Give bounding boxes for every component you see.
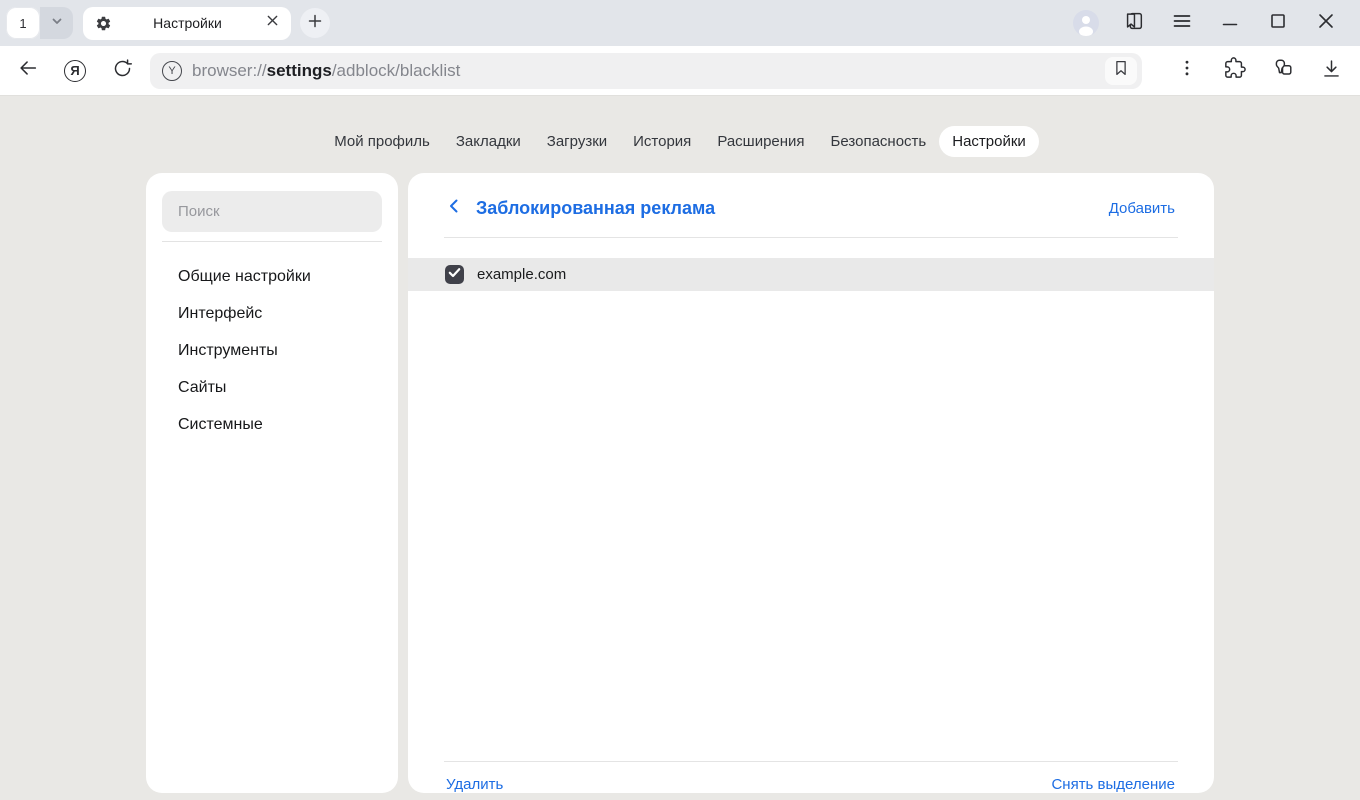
downloads-button[interactable] [1315, 56, 1347, 86]
sidebar-item-system[interactable]: Системные [146, 406, 398, 443]
page-title: Заблокированная реклама [476, 198, 715, 219]
nav-tab-bookmarks[interactable]: Закладки [443, 126, 534, 157]
collections-button[interactable] [1267, 56, 1299, 86]
kebab-menu-icon [1177, 58, 1197, 83]
settings-search-input[interactable] [162, 191, 382, 232]
browser-toolbar: Я Y browser://settings/adblock/blacklist [0, 46, 1360, 96]
panel-back-button[interactable] [446, 198, 462, 219]
settings-page: Мой профиль Закладки Загрузки История Ра… [0, 96, 1360, 800]
nav-tab-extensions[interactable]: Расширения [704, 126, 817, 157]
back-arrow-icon [17, 57, 39, 84]
url-host: settings [267, 61, 332, 80]
bookmark-icon [1112, 59, 1130, 82]
profile-avatar-button[interactable] [1072, 9, 1100, 37]
settings-panels: Общие настройки Интерфейс Инструменты Са… [0, 173, 1360, 793]
tab-list-chevron[interactable] [40, 7, 73, 39]
tab-counter[interactable]: 1 [6, 7, 73, 39]
chevron-down-icon [49, 13, 65, 34]
bookmarks-panel-button[interactable] [1120, 9, 1148, 37]
add-site-button[interactable]: Добавить [1109, 200, 1175, 217]
add-bookmark-button[interactable] [1105, 57, 1137, 85]
window-tab-bar: 1 Настройки [0, 0, 1360, 46]
nav-tab-security[interactable]: Безопасность [818, 126, 940, 157]
new-tab-button[interactable] [300, 8, 330, 38]
minimize-icon [1221, 12, 1239, 35]
nav-tab-history[interactable]: История [620, 126, 704, 157]
gear-icon [95, 15, 112, 32]
reload-button[interactable] [107, 56, 137, 86]
row-checkbox[interactable] [445, 265, 464, 284]
blacklist: example.com [408, 258, 1214, 761]
settings-sidebar: Общие настройки Интерфейс Инструменты Са… [146, 173, 398, 793]
hamburger-menu-icon [1172, 11, 1192, 36]
blacklist-row[interactable]: example.com [408, 258, 1214, 291]
delete-button[interactable]: Удалить [446, 776, 503, 793]
sidebar-items: Общие настройки Интерфейс Инструменты Са… [146, 258, 398, 443]
yandex-home-button[interactable]: Я [60, 56, 90, 86]
puzzle-icon [1224, 57, 1246, 84]
toolbar-menu-button[interactable] [1171, 56, 1203, 86]
url-scheme: browser:// [192, 61, 267, 80]
address-bar[interactable]: Y browser://settings/adblock/blacklist [150, 53, 1142, 89]
sidebar-item-sites[interactable]: Сайты [146, 369, 398, 406]
back-button[interactable] [13, 56, 43, 86]
plus-icon [307, 13, 323, 34]
panel-header: Заблокированная реклама Добавить [408, 173, 1214, 219]
settings-nav: Мой профиль Закладки Загрузки История Ра… [0, 96, 1360, 157]
sidebar-item-interface[interactable]: Интерфейс [146, 295, 398, 332]
url-path: /adblock/blacklist [332, 61, 461, 80]
nav-tab-profile[interactable]: Мой профиль [321, 126, 443, 157]
blocked-ads-panel: Заблокированная реклама Добавить example… [408, 173, 1214, 793]
extensions-button[interactable] [1219, 56, 1251, 86]
blocked-domain: example.com [477, 266, 566, 283]
download-icon [1321, 58, 1342, 84]
browser-tab-settings[interactable]: Настройки [83, 7, 291, 40]
tab-title: Настройки [112, 15, 263, 31]
maximize-icon [1269, 12, 1287, 35]
sidebar-search [162, 191, 382, 232]
window-maximize-button[interactable] [1264, 9, 1292, 37]
browser-menu-button[interactable] [1168, 9, 1196, 37]
avatar [1073, 10, 1099, 36]
chevron-left-icon [446, 198, 462, 219]
protect-icon[interactable]: Y [162, 61, 182, 81]
tab-close-button[interactable] [263, 14, 281, 32]
close-icon [266, 14, 279, 32]
checkmark-icon [445, 263, 464, 287]
window-minimize-button[interactable] [1216, 9, 1244, 37]
sidebar-divider [162, 241, 382, 242]
panel-footer: Удалить Снять выделение [408, 762, 1214, 793]
close-icon [1317, 12, 1335, 35]
tab-count[interactable]: 1 [6, 7, 40, 39]
nav-tab-settings[interactable]: Настройки [939, 126, 1039, 157]
url-text: browser://settings/adblock/blacklist [192, 61, 460, 81]
deselect-button[interactable]: Снять выделение [1051, 776, 1175, 793]
window-close-button[interactable] [1312, 9, 1340, 37]
bookmarks-panel-icon [1123, 10, 1145, 37]
collections-icon [1272, 57, 1294, 84]
sidebar-item-general[interactable]: Общие настройки [146, 258, 398, 295]
header-divider [444, 237, 1178, 238]
sidebar-item-tools[interactable]: Инструменты [146, 332, 398, 369]
yandex-logo-icon: Я [64, 60, 86, 82]
reload-icon [112, 58, 133, 84]
nav-tab-downloads[interactable]: Загрузки [534, 126, 620, 157]
